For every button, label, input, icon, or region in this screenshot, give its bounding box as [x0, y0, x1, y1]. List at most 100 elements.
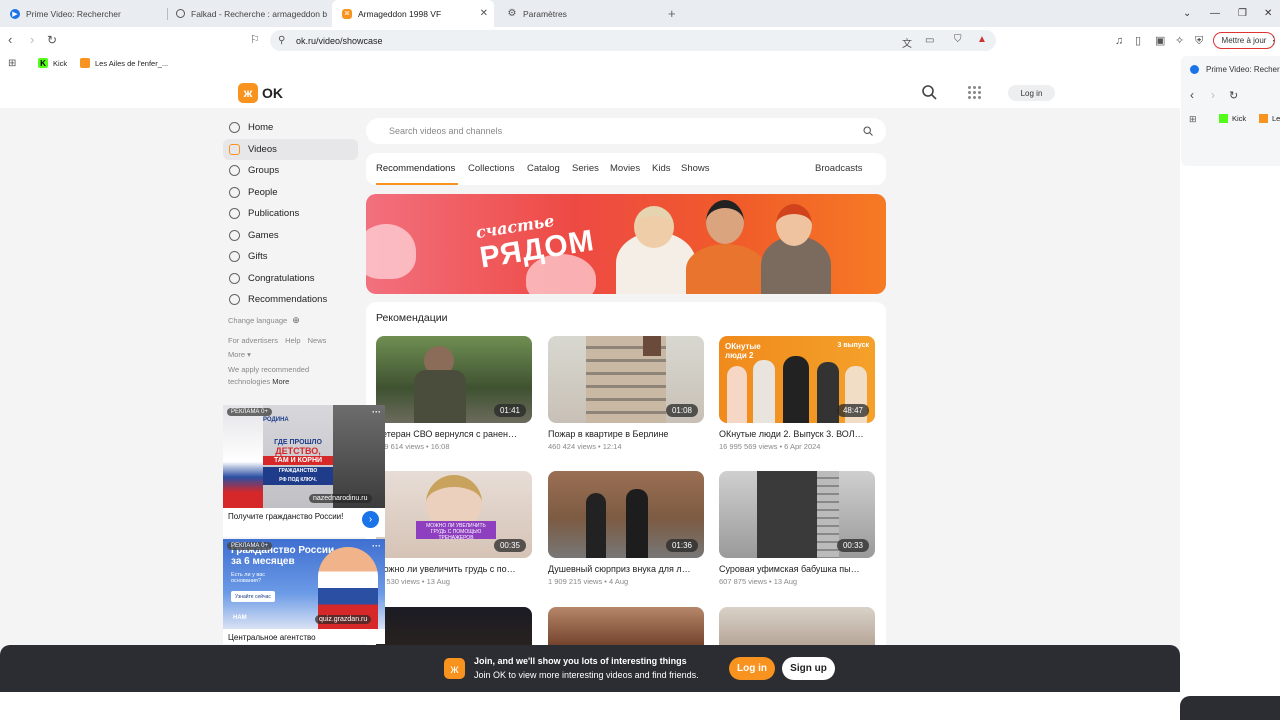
nav-item-home[interactable]: Home — [223, 117, 358, 139]
bookmark-kick[interactable]: K Kick — [38, 58, 67, 68]
video-card[interactable]: 00:33 Суровая уфимская бабушка пы… 607 8… — [719, 471, 875, 586]
video-thumbnail[interactable]: МОЖНО ЛИ УВЕЛИЧИТЬ ГРУДЬ С ПОМОЩЬЮ ТРЕНА… — [376, 471, 532, 558]
video-card[interactable]: МОЖНО ЛИ УВЕЛИЧИТЬ ГРУДЬ С ПОМОЩЬЮ ТРЕНА… — [376, 471, 532, 586]
footer-link-help[interactable]: Help — [285, 336, 300, 345]
bookmark-kick[interactable]: Kick — [1219, 114, 1246, 123]
menu-icon[interactable]: ⋮ — [1268, 33, 1279, 49]
back-icon[interactable]: ‹ — [8, 32, 12, 48]
footer-more-link[interactable]: More ▾ — [228, 350, 251, 359]
tab-movies[interactable]: Movies — [610, 163, 640, 174]
reload-icon[interactable]: ↻ — [47, 32, 57, 48]
ad-card-grazdan[interactable]: Гражданство России за 6 месяцев Есть ли … — [223, 539, 385, 644]
search-icon[interactable] — [921, 84, 937, 100]
apps-grid-icon[interactable]: ⊞ — [1189, 114, 1197, 125]
recommend-more-link[interactable]: More — [272, 377, 289, 386]
ad-sub-line: ГРАЖДАНСТВО — [263, 467, 333, 476]
video-thumbnail[interactable]: 00:33 — [719, 471, 875, 558]
video-title[interactable]: ОКнутые люди 2. Выпуск 3. ВОЛ… — [719, 429, 875, 439]
brave-shield-icon[interactable]: ⛉ — [954, 34, 962, 45]
tab-shows[interactable]: Shows — [681, 163, 710, 174]
tab-armageddon[interactable]: ж Armageddon 1998 VF ✕ — [332, 0, 494, 27]
forward-icon[interactable]: › — [1211, 88, 1215, 102]
tab-kids[interactable]: Kids — [652, 163, 670, 174]
video-search-input[interactable]: Search videos and channels — [366, 118, 886, 144]
nav-item-congratulations[interactable]: Congratulations — [223, 268, 358, 290]
video-title[interactable]: Душевный сюрприз внука для л… — [548, 564, 704, 574]
nav-item-groups[interactable]: Groups — [223, 160, 358, 182]
apps-menu-icon[interactable] — [968, 86, 981, 99]
promo-banner[interactable]: счастье РЯДОМ — [366, 194, 886, 294]
rewards-icon[interactable]: ▲ — [977, 34, 987, 45]
maximize-icon[interactable]: ❐ — [1238, 0, 1247, 27]
ad-more-icon[interactable]: ··· — [372, 407, 381, 417]
video-card[interactable]: 01:36 Душевный сюрприз внука для л… 1 90… — [548, 471, 704, 586]
nav-item-publications[interactable]: Publications — [223, 203, 358, 225]
tab-title: Paramètres — [523, 8, 567, 19]
ad-card-citizenship[interactable]: РОДИНА ГДЕ ПРОШЛО ДЕТСТВО, ТАМ И КОРНИ Г… — [223, 405, 385, 537]
video-title[interactable]: Ветеран СВО вернулся с ранен… — [376, 429, 532, 439]
thumb-person — [727, 366, 747, 423]
apps-grid-icon[interactable]: ⊞ — [8, 58, 16, 69]
video-thumbnail[interactable]: 01:08 — [548, 336, 704, 423]
close-tab-icon[interactable]: ✕ — [480, 8, 488, 19]
ad-image[interactable]: РОДИНА ГДЕ ПРОШЛО ДЕТСТВО, ТАМ И КОРНИ Г… — [223, 405, 385, 508]
header-login-button[interactable]: Log in — [1008, 85, 1055, 101]
ad-caption[interactable]: Центральное агентство — [223, 629, 385, 644]
bookmark-icon[interactable]: ⚐ — [250, 32, 260, 48]
search-icon[interactable] — [863, 126, 873, 136]
video-thumbnail[interactable]: 01:41 — [376, 336, 532, 423]
tab-parametres[interactable]: ⚙ Paramètres — [497, 0, 647, 27]
vpn-icon[interactable]: ⛨ — [1195, 33, 1203, 49]
nav-item-games[interactable]: Games — [223, 225, 358, 247]
leo-ai-icon[interactable]: ✧ — [1175, 33, 1184, 49]
address-bar[interactable]: ⚲ ok.ru/video/showcase 文 ▭ ⛉ ▲ — [270, 30, 996, 51]
ad-more-icon[interactable]: ··· — [372, 541, 381, 551]
cast-icon[interactable]: ▭ — [925, 35, 934, 46]
nav-item-people[interactable]: People — [223, 182, 358, 204]
video-thumbnail[interactable]: 01:36 — [548, 471, 704, 558]
signup-button[interactable]: Sign up — [782, 657, 835, 680]
reload-icon[interactable]: ↻ — [1229, 89, 1238, 102]
ad-arrow-button[interactable]: › — [362, 511, 379, 528]
video-card[interactable]: ОКнутые люди 2 3 выпуск 48:47 ОКнутые лю… — [719, 336, 875, 451]
tab-series[interactable]: Series — [572, 163, 599, 174]
tab-catalog[interactable]: Catalog — [527, 163, 560, 174]
window-close-icon[interactable]: ✕ — [1264, 0, 1272, 27]
video-title[interactable]: Суровая уфимская бабушка пы… — [719, 564, 875, 574]
change-language-link[interactable]: Change language ⊕ — [228, 315, 300, 326]
nav-item-videos[interactable]: Videos — [223, 138, 358, 160]
ad-cta-button[interactable]: Узнайте сейчас — [231, 591, 275, 602]
footer-link-advertisers[interactable]: For advertisers — [228, 336, 278, 345]
bookmark-les[interactable]: Les — [1259, 114, 1280, 123]
nav-item-recommendations[interactable]: Recommendations — [223, 289, 358, 311]
new-tab-button[interactable]: + — [668, 0, 676, 27]
nav-item-gifts[interactable]: Gifts — [223, 246, 358, 268]
ad-image[interactable]: Гражданство России за 6 месяцев Есть ли … — [223, 539, 385, 629]
video-thumbnail[interactable]: ОКнутые люди 2 3 выпуск 48:47 — [719, 336, 875, 423]
forward-icon[interactable]: › — [30, 32, 34, 48]
bookmark-ailes-enfer[interactable]: Les Ailes de l'enfer_... — [80, 58, 168, 68]
tab-broadcasts[interactable]: Broadcasts — [815, 163, 863, 174]
site-info-icon[interactable]: ⚲ — [278, 35, 285, 46]
ok-logo[interactable]: ж OK — [238, 83, 283, 103]
video-card[interactable]: 01:41 Ветеран СВО вернулся с ранен… 159 … — [376, 336, 532, 451]
wallet-icon[interactable]: ▣ — [1155, 33, 1165, 49]
sidebar-toggle-icon[interactable]: ▯ — [1135, 33, 1141, 49]
video-title[interactable]: Пожар в квартире в Берлине — [548, 429, 704, 439]
side-tab-title[interactable]: Prime Video: Recherc — [1206, 65, 1280, 74]
tab-recommendations[interactable]: Recommendations — [376, 163, 455, 174]
ad-caption[interactable]: Получите гражданство России! › — [223, 508, 385, 528]
join-login-button[interactable]: Log in — [729, 657, 775, 680]
update-button[interactable]: Mettre à jour — [1213, 32, 1275, 49]
tab-falkad-search[interactable]: Falkad - Recherche : armageddon b — [166, 0, 330, 27]
footer-link-news[interactable]: News — [308, 336, 327, 345]
tab-list-chevron-icon[interactable]: ⌄ — [1183, 0, 1191, 27]
video-card[interactable]: 01:08 Пожар в квартире в Берлине 460 424… — [548, 336, 704, 451]
tab-prime-video[interactable]: ▶ Prime Video: Rechercher — [0, 0, 160, 27]
tab-collections[interactable]: Collections — [468, 163, 514, 174]
minimize-icon[interactable]: — — [1210, 0, 1220, 27]
back-icon[interactable]: ‹ — [1190, 88, 1194, 102]
translate-icon[interactable]: 文 — [902, 35, 912, 50]
video-title[interactable]: Можно ли увеличить грудь с по… — [376, 564, 532, 574]
music-icon[interactable]: ♫ — [1115, 33, 1123, 49]
